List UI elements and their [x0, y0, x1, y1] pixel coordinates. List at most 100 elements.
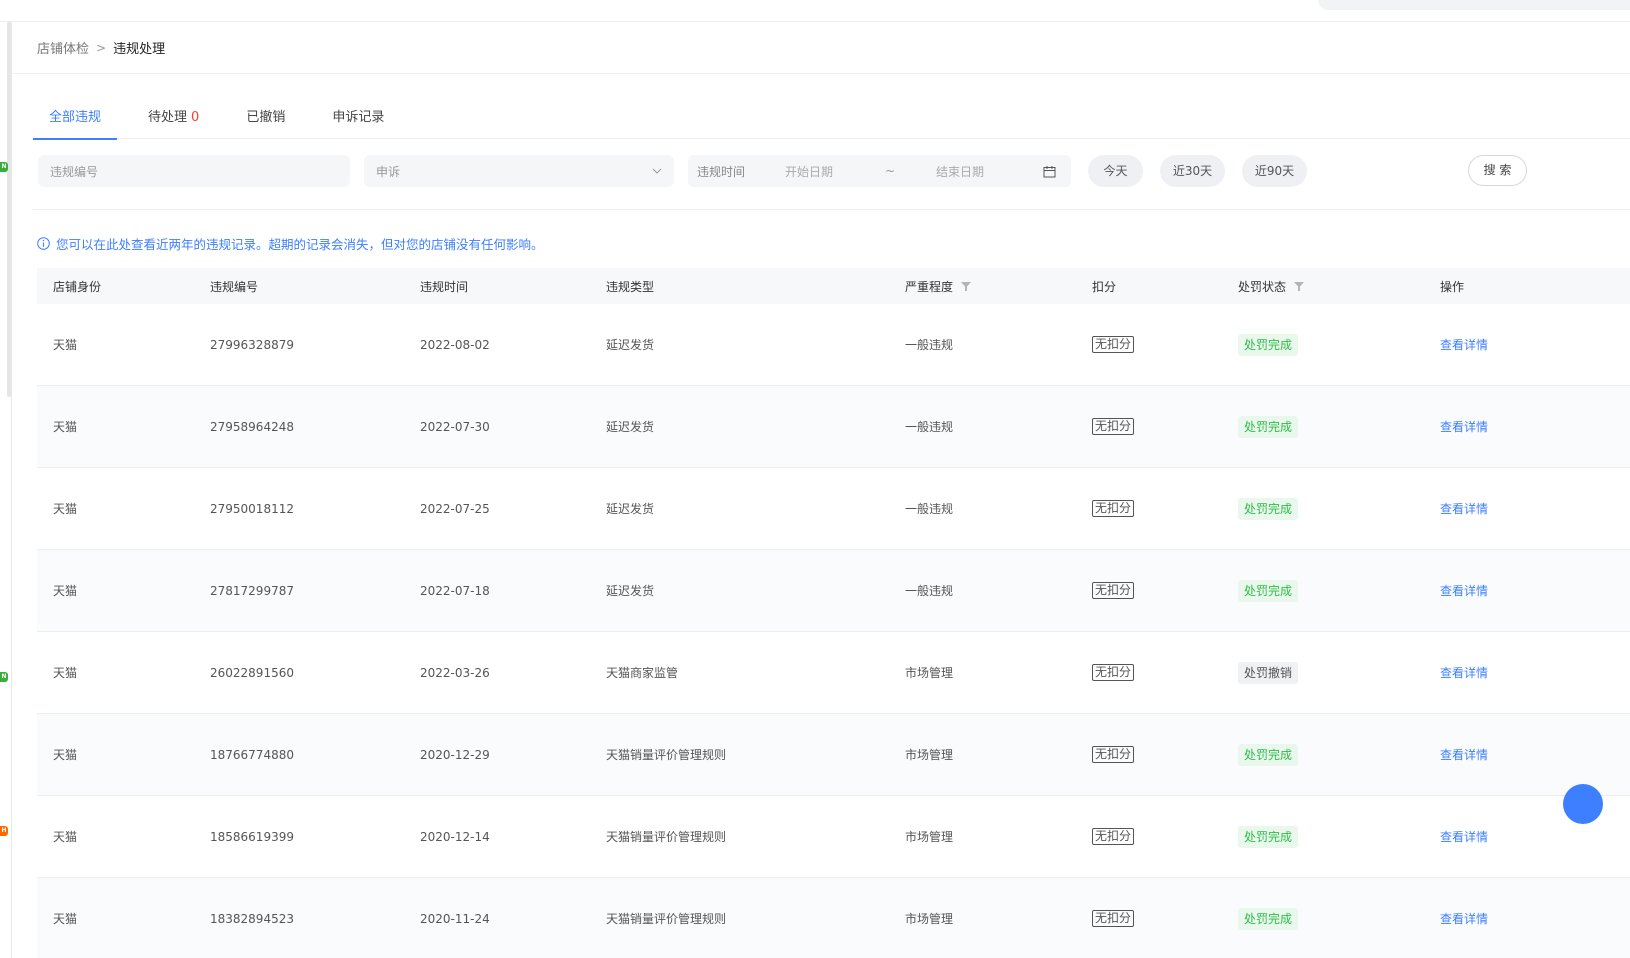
- date-range-picker[interactable]: 违规时间 开始日期 ~ 结束日期: [688, 155, 1071, 187]
- severity-cell: 市场管理: [905, 912, 954, 926]
- violation-time-cell: 2022-07-25: [420, 501, 490, 516]
- tab-revoked[interactable]: 已撤销: [230, 100, 301, 139]
- shop-identity-cell: 天猫: [53, 584, 78, 598]
- view-details-link[interactable]: 查看详情: [1440, 828, 1488, 845]
- status-cell: 处罚完成: [1222, 415, 1424, 438]
- start-date-input[interactable]: 开始日期: [785, 163, 885, 180]
- status-badge: 处罚完成: [1238, 333, 1299, 356]
- notice-text: 您可以在此处查看近两年的违规记录。超期的记录会消失，但对您的店铺没有任何影响。: [56, 236, 544, 252]
- top-bar: [0, 0, 1630, 22]
- status-cell: 处罚完成: [1222, 333, 1424, 356]
- tab-label: 申诉记录: [332, 110, 385, 125]
- info-circle-icon: [37, 236, 50, 250]
- search-button[interactable]: 搜 索: [1468, 155, 1527, 186]
- status-cell: 处罚撤销: [1222, 661, 1424, 684]
- column-header-status: 处罚状态: [1222, 278, 1424, 295]
- end-date-input[interactable]: 结束日期: [936, 163, 1043, 180]
- status-cell: 处罚完成: [1222, 579, 1424, 602]
- score-cell: 无扣分: [1076, 418, 1222, 435]
- table-row: 天猫 26022891560 2022-03-26 天猫商家监管 市场管理 无扣分 处罚撤销…: [37, 632, 1630, 714]
- severity-cell: 一般违规: [905, 584, 954, 598]
- status-badge: 处罚完成: [1238, 907, 1299, 930]
- violation-time-cell: 2022-03-26: [420, 665, 490, 680]
- violation-number-cell: 27996328879: [210, 337, 294, 352]
- action-cell: 查看详情: [1424, 664, 1624, 681]
- violation-tabs: 全部违规 待处理 0 已撤销 申诉记录: [33, 100, 1630, 140]
- score-cell: 无扣分: [1076, 828, 1222, 845]
- appeal-select[interactable]: 申诉: [364, 155, 674, 187]
- column-header: 操作: [1440, 279, 1465, 294]
- violation-number-cell: 18382894523: [210, 911, 294, 926]
- column-header-severity: 严重程度: [889, 278, 1076, 295]
- calendar-icon[interactable]: [1043, 165, 1056, 178]
- view-details-link[interactable]: 查看详情: [1440, 418, 1488, 435]
- left-rail: N N H: [0, 22, 12, 958]
- breadcrumb-parent[interactable]: 店铺体检: [37, 38, 89, 57]
- tab-label: 全部违规: [49, 110, 102, 125]
- placeholder: 违规编号: [50, 164, 99, 179]
- action-cell: 查看详情: [1424, 828, 1624, 845]
- action-cell: 查看详情: [1424, 418, 1624, 435]
- score-tag: 无扣分: [1092, 910, 1135, 927]
- action-cell: 查看详情: [1424, 336, 1624, 353]
- table-row: 天猫 18382894523 2020-11-24 天猫销量评价管理规则 市场管理 无扣分…: [37, 878, 1630, 958]
- violation-time-cell: 2022-08-02: [420, 337, 490, 352]
- filter-icon[interactable]: [1294, 281, 1305, 291]
- score-tag: 无扣分: [1092, 664, 1135, 681]
- tab-all-violations[interactable]: 全部违规: [33, 100, 118, 140]
- severity-cell: 一般违规: [905, 420, 954, 434]
- status-badge: 处罚撤销: [1238, 661, 1299, 684]
- table-row: 天猫 27996328879 2022-08-02 延迟发货 一般违规 无扣分 处罚完成 查看…: [37, 304, 1630, 386]
- violation-number-cell: 27958964248: [210, 419, 294, 434]
- violation-type-cell: 天猫销量评价管理规则: [606, 912, 727, 926]
- chevron-down-icon: [652, 168, 662, 174]
- action-cell: 查看详情: [1424, 500, 1624, 517]
- filter-icon[interactable]: [961, 281, 972, 291]
- quick-range-30-days[interactable]: 近30天: [1160, 155, 1225, 187]
- score-tag: 无扣分: [1092, 582, 1135, 599]
- quick-range-90-days[interactable]: 近90天: [1242, 155, 1307, 187]
- global-search-box[interactable]: [1318, 0, 1630, 10]
- view-details-link[interactable]: 查看详情: [1440, 910, 1488, 927]
- score-tag: 无扣分: [1092, 418, 1135, 435]
- violation-type-cell: 延迟发货: [606, 584, 655, 598]
- breadcrumb-separator: >: [96, 40, 107, 55]
- table-body: 天猫 27996328879 2022-08-02 延迟发货 一般违规 无扣分 处罚完成 查看…: [37, 304, 1630, 958]
- column-header: 违规时间: [420, 279, 469, 294]
- violation-type-cell: 延迟发货: [606, 502, 655, 516]
- view-details-link[interactable]: 查看详情: [1440, 746, 1488, 763]
- violation-time-cell: 2020-12-29: [420, 747, 490, 762]
- violation-number-input[interactable]: 违规编号: [38, 155, 350, 187]
- violation-type-cell: 天猫商家监管: [606, 666, 679, 680]
- shop-identity-cell: 天猫: [53, 912, 78, 926]
- severity-cell: 一般违规: [905, 338, 954, 352]
- quick-range-today[interactable]: 今天: [1088, 155, 1143, 187]
- rail-scrollbar[interactable]: [7, 22, 11, 397]
- score-cell: 无扣分: [1076, 746, 1222, 763]
- column-header-label: 严重程度: [905, 279, 954, 294]
- violation-number-cell: 27817299787: [210, 583, 294, 598]
- hot-badge-icon: H: [0, 826, 8, 836]
- tab-label: 已撤销: [246, 110, 286, 125]
- status-badge: 处罚完成: [1238, 415, 1299, 438]
- tab-pending[interactable]: 待处理 0: [132, 100, 215, 139]
- severity-cell: 市场管理: [905, 748, 954, 762]
- score-cell: 无扣分: [1076, 336, 1222, 353]
- violation-number-cell: 26022891560: [210, 665, 294, 680]
- floating-help-button[interactable]: [1563, 784, 1603, 824]
- tab-appeal-records[interactable]: 申诉记录: [316, 100, 400, 139]
- new-badge-icon: N: [0, 672, 8, 682]
- status-cell: 处罚完成: [1222, 907, 1424, 930]
- score-cell: 无扣分: [1076, 910, 1222, 927]
- new-badge-icon: N: [0, 162, 8, 172]
- column-header: 店铺身份: [53, 279, 102, 294]
- view-details-link[interactable]: 查看详情: [1440, 664, 1488, 681]
- view-details-link[interactable]: 查看详情: [1440, 336, 1488, 353]
- action-cell: 查看详情: [1424, 582, 1624, 599]
- date-label: 违规时间: [697, 164, 746, 179]
- info-notice: 您可以在此处查看近两年的违规记录。超期的记录会消失，但对您的店铺没有任何影响。: [37, 234, 544, 252]
- view-details-link[interactable]: 查看详情: [1440, 500, 1488, 517]
- view-details-link[interactable]: 查看详情: [1440, 582, 1488, 599]
- filter-bar: 违规编号 申诉 违规时间 开始日期 ~ 结束日期 今天 近30天 近90天 搜 …: [38, 155, 1630, 187]
- shop-identity-cell: 天猫: [53, 748, 78, 762]
